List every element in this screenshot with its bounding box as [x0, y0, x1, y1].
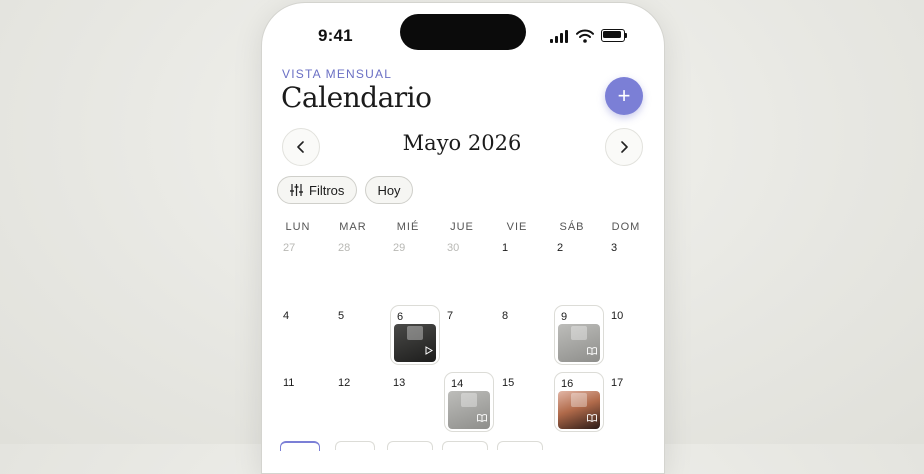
month-label: Mayo 2026	[402, 131, 522, 155]
book-icon	[587, 409, 597, 427]
dynamic-island	[400, 14, 526, 50]
weekday-label: SÁB	[559, 221, 585, 233]
filters-label: Filtros	[309, 182, 345, 198]
next-week-cell-peek	[387, 441, 433, 450]
calendar-day[interactable]: 8	[502, 310, 508, 322]
next-month-button[interactable]	[605, 128, 643, 166]
event-thumbnail[interactable]	[394, 324, 436, 362]
chevron-right-icon	[621, 141, 628, 153]
next-week-cell-peek	[280, 441, 320, 451]
day-number: 9	[561, 311, 568, 323]
calendar-day[interactable]: 4	[283, 310, 289, 322]
cover-art	[407, 326, 423, 340]
calendar-day[interactable]: 27	[283, 242, 295, 254]
filters-button[interactable]: Filtros	[277, 176, 357, 204]
cover-art	[461, 393, 477, 407]
weekday-label: VIE	[506, 221, 528, 233]
event-thumbnail[interactable]	[558, 324, 600, 362]
calendar-day[interactable]: 11	[283, 377, 294, 389]
play-icon	[425, 342, 433, 360]
today-label: Hoy	[377, 182, 401, 198]
weekday-label: MIÉ	[396, 221, 420, 233]
calendar-day[interactable]: 3	[611, 242, 617, 254]
add-event-button[interactable]: +	[605, 77, 643, 115]
phone-frame: 9:41 VISTA MENSUAL Calendario + Mayo 202…	[261, 2, 665, 474]
cover-art	[571, 393, 587, 407]
calendar-day[interactable]: 30	[447, 242, 459, 254]
next-week-cell-peek	[497, 441, 543, 450]
page-title: Calendario	[281, 81, 432, 114]
day-number: 14	[451, 378, 464, 390]
calendar-day[interactable]: 5	[338, 310, 344, 322]
calendar-day[interactable]: 2	[557, 242, 563, 254]
sliders-icon	[290, 184, 303, 196]
calendar-day[interactable]: 17	[611, 377, 623, 389]
calendar-day[interactable]: 10	[611, 310, 623, 322]
calendar-day[interactable]: 13	[393, 377, 405, 389]
battery-icon	[601, 29, 628, 42]
calendar-day[interactable]: 1	[502, 242, 508, 254]
calendar-day[interactable]: 28	[338, 242, 350, 254]
wifi-icon	[576, 29, 594, 43]
event-thumbnail[interactable]	[448, 391, 490, 429]
weekday-label: DOM	[611, 221, 641, 233]
calendar-day[interactable]: 15	[502, 377, 514, 389]
calendar-day-with-event[interactable]: 9	[554, 305, 604, 365]
book-icon	[477, 409, 487, 427]
day-number: 6	[397, 311, 404, 323]
calendar-day[interactable]: 29	[393, 242, 405, 254]
next-week-cell-peek	[442, 441, 488, 450]
cellular-signal-icon	[550, 30, 570, 43]
cover-art	[571, 326, 587, 340]
weekday-label: LUN	[285, 221, 311, 233]
calendar-day-with-event[interactable]: 6	[390, 305, 440, 365]
weekday-label: MAR	[339, 221, 367, 233]
event-thumbnail[interactable]	[558, 391, 600, 429]
day-number: 16	[561, 378, 574, 390]
calendar-day-with-event[interactable]: 14	[444, 372, 494, 432]
view-eyebrow: VISTA MENSUAL	[282, 67, 393, 81]
weekday-label: JUE	[450, 221, 474, 233]
calendar-day-with-event[interactable]: 16	[554, 372, 604, 432]
calendar-day[interactable]: 7	[447, 310, 453, 322]
book-icon	[587, 342, 597, 360]
next-week-cell-peek	[335, 441, 375, 450]
status-time: 9:41	[318, 26, 353, 45]
today-button[interactable]: Hoy	[365, 176, 413, 204]
calendar-day[interactable]: 12	[338, 377, 350, 389]
